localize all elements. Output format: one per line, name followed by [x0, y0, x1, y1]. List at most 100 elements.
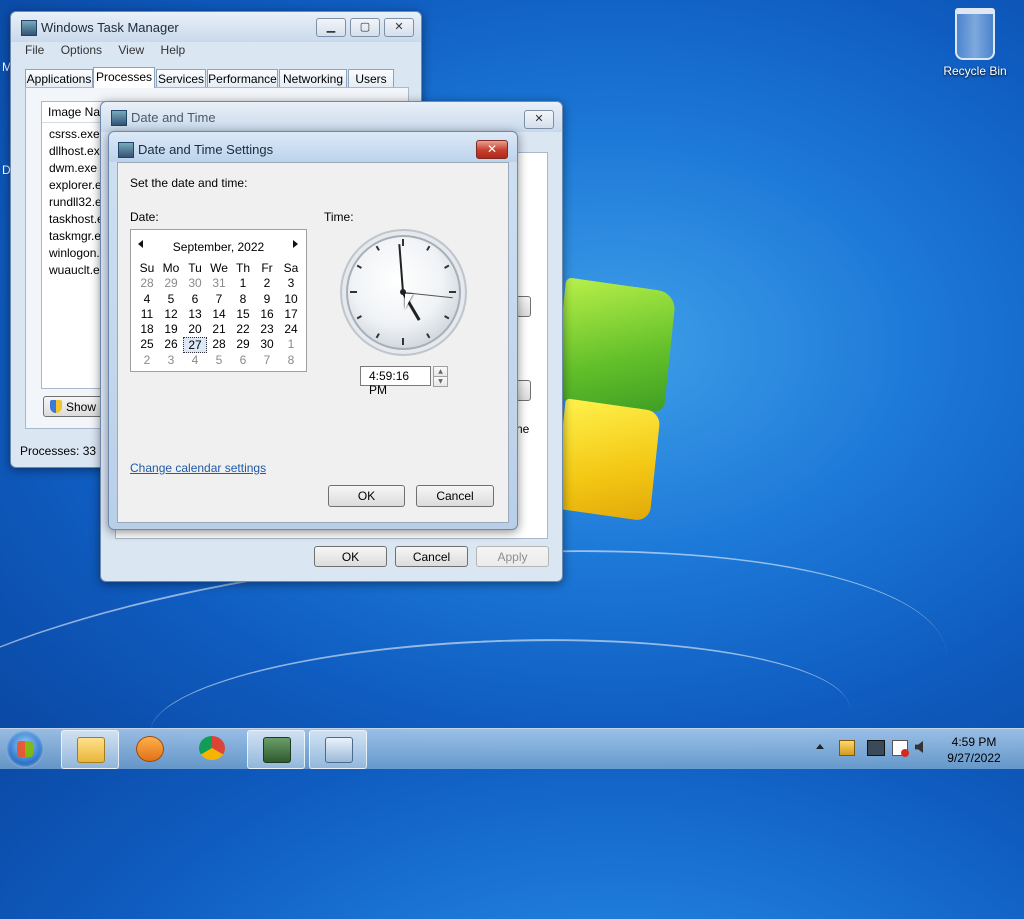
calendar-day[interactable]: 28: [207, 337, 231, 352]
calendar-day[interactable]: 16: [255, 307, 279, 322]
chrome-icon: [199, 736, 225, 760]
processes-status: Processes: 33: [20, 444, 97, 458]
calendar-day[interactable]: 10: [279, 292, 303, 307]
calendar-day[interactable]: 5: [207, 353, 231, 368]
calendar-day[interactable]: 15: [231, 307, 255, 322]
time-label: Time:: [324, 210, 354, 224]
recycle-bin[interactable]: Recycle Bin: [942, 8, 1008, 78]
calendar-day[interactable]: 30: [255, 337, 279, 352]
settings-instruction: Set the date and time:: [130, 176, 248, 190]
tab-networking[interactable]: Networking: [279, 69, 347, 87]
calendar-week-row: 18 19 20 21 22 23 24: [135, 322, 303, 337]
change-calendar-settings-link[interactable]: Change calendar settings: [130, 461, 266, 475]
settings-title: Date and Time Settings: [138, 142, 274, 157]
calendar-day[interactable]: 3: [279, 276, 303, 291]
date-time-inner-button[interactable]: [516, 296, 531, 317]
menu-view[interactable]: View: [118, 43, 144, 57]
calendar-day[interactable]: 28: [135, 276, 159, 291]
action-center-icon[interactable]: [839, 740, 855, 756]
taskbar-time: 4:59 PM: [951, 735, 997, 749]
date-time-ok-button[interactable]: OK: [314, 546, 387, 567]
settings-cancel-button[interactable]: Cancel: [416, 485, 494, 507]
calendar-day[interactable]: 6: [183, 292, 207, 307]
calendar-week-row: 25 26 27 28 29 30 1: [135, 337, 303, 353]
time-spin-down[interactable]: ▼: [433, 376, 448, 387]
time-input[interactable]: 4:59:16 PM: [360, 366, 431, 397]
tab-services[interactable]: Services: [156, 69, 206, 87]
clock-tick: [375, 245, 380, 251]
calendar-week-row: 2345678: [135, 353, 303, 368]
calendar-day[interactable]: 1: [279, 337, 303, 352]
menu-file[interactable]: File: [25, 43, 44, 57]
calendar-day[interactable]: 8: [279, 353, 303, 368]
calendar-day[interactable]: 22: [231, 322, 255, 337]
calendar-day[interactable]: 25: [135, 337, 159, 352]
calendar-icon: [111, 110, 127, 126]
taskbar-task-manager[interactable]: [247, 730, 305, 769]
taskbar-date: 9/27/2022: [947, 751, 1001, 765]
minimize-button[interactable]: ▁: [316, 18, 346, 37]
calendar-day[interactable]: 31: [207, 276, 231, 291]
calendar-next-icon[interactable]: [293, 240, 298, 248]
date-time-apply-button[interactable]: Apply: [476, 546, 549, 567]
clock-tick: [402, 338, 404, 345]
calendar-weekday: Fr: [261, 261, 273, 275]
calendar-day[interactable]: 8: [231, 292, 255, 307]
date-time-close-button[interactable]: ✕: [524, 110, 554, 129]
settings-close-button[interactable]: ✕: [476, 140, 508, 159]
show-hidden-icons-chevron-icon[interactable]: [816, 744, 824, 749]
calendar-day[interactable]: 21: [207, 322, 231, 337]
tab-applications[interactable]: Applications: [25, 69, 93, 87]
calendar-day[interactable]: 3: [159, 353, 183, 368]
date-time-inner-button[interactable]: [516, 380, 531, 401]
calendar-day[interactable]: 11: [135, 307, 159, 322]
calendar-month-title[interactable]: September, 2022: [131, 240, 306, 254]
tab-users[interactable]: Users: [348, 69, 394, 87]
calendar-day[interactable]: 6: [231, 353, 255, 368]
taskbar-chrome[interactable]: [184, 730, 240, 767]
calendar-day[interactable]: 7: [255, 353, 279, 368]
calendar[interactable]: September, 2022 Su Mo Tu We Th Fr Sa 28 29 30 31 1 2…: [130, 229, 307, 372]
menu-options[interactable]: Options: [61, 43, 102, 57]
calendar-day[interactable]: 29: [231, 337, 255, 352]
tab-performance[interactable]: Performance: [207, 69, 278, 87]
calendar-weekday-row: Su Mo Tu We Th Fr Sa: [135, 261, 303, 276]
date-time-cancel-button[interactable]: Cancel: [395, 546, 468, 567]
calendar-day[interactable]: 2: [255, 276, 279, 291]
tab-processes[interactable]: Processes: [93, 67, 155, 88]
calendar-day[interactable]: 27: [183, 337, 207, 353]
calendar-weekday: Th: [235, 261, 250, 275]
calendar-icon: [118, 142, 134, 158]
calendar-day[interactable]: 9: [255, 292, 279, 307]
taskbar-explorer[interactable]: [61, 730, 119, 769]
calendar-day[interactable]: 18: [135, 322, 159, 337]
close-button[interactable]: ✕: [384, 18, 414, 37]
taskbar-clock[interactable]: 4:59 PM 9/27/2022: [930, 734, 1018, 766]
calendar-day[interactable]: 23: [255, 322, 279, 337]
calendar-day[interactable]: 7: [207, 292, 231, 307]
calendar-day[interactable]: 4: [183, 353, 207, 368]
calendar-day[interactable]: 4: [135, 292, 159, 307]
calendar-day[interactable]: 24: [279, 322, 303, 337]
menu-help[interactable]: Help: [161, 43, 186, 57]
calendar-day[interactable]: 12: [159, 307, 183, 322]
calendar-day[interactable]: 13: [183, 307, 207, 322]
calendar-grid: Su Mo Tu We Th Fr Sa 28 29 30 31 1 2 3 4 5 6 7 8 9 10 11 12 13 1…: [135, 261, 303, 368]
calendar-day[interactable]: 29: [159, 276, 183, 291]
start-button[interactable]: [6, 730, 44, 768]
network-disconnected-icon[interactable]: [867, 740, 885, 756]
calendar-day[interactable]: 19: [159, 322, 183, 337]
taskbar-date-time[interactable]: [309, 730, 367, 769]
maximize-button[interactable]: ▢: [350, 18, 380, 37]
taskbar-media-player[interactable]: [121, 730, 177, 767]
calendar-day[interactable]: 2: [135, 353, 159, 368]
calendar-day[interactable]: 26: [159, 337, 183, 352]
calendar-day[interactable]: 20: [183, 322, 207, 337]
calendar-weekday: Tu: [188, 261, 202, 275]
calendar-day[interactable]: 1: [231, 276, 255, 291]
calendar-day[interactable]: 17: [279, 307, 303, 322]
calendar-day[interactable]: 30: [183, 276, 207, 291]
calendar-day[interactable]: 14: [207, 307, 231, 322]
calendar-day[interactable]: 5: [159, 292, 183, 307]
settings-ok-button[interactable]: OK: [328, 485, 405, 507]
